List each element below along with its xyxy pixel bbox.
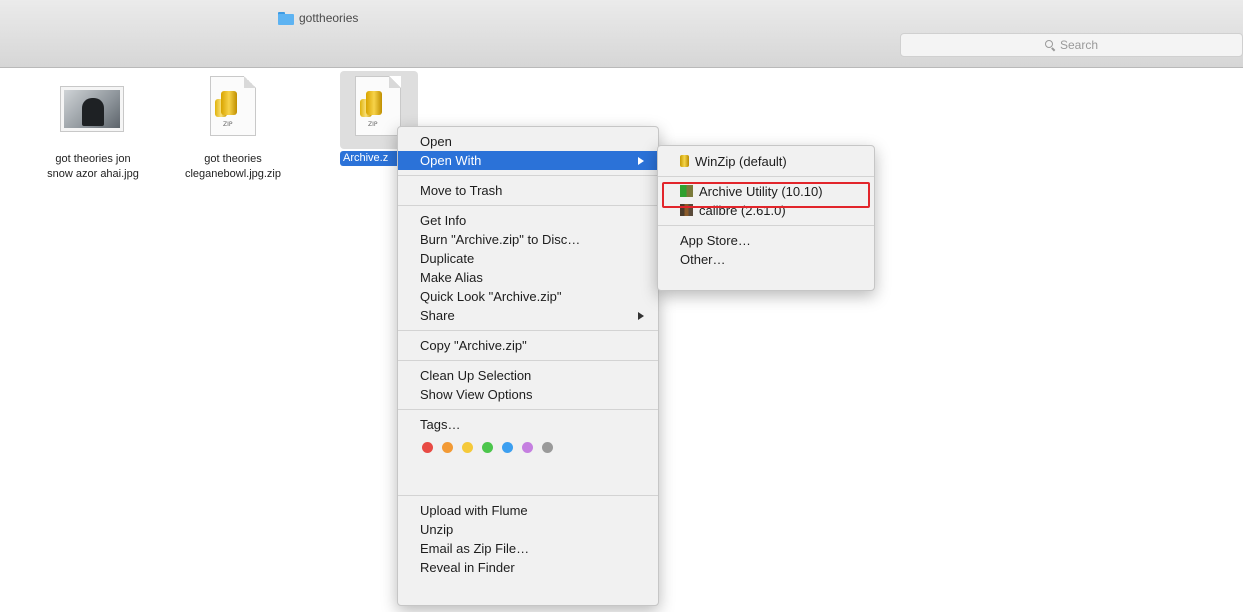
selected-file-label[interactable]: Archive.z <box>340 151 400 166</box>
tag-blue-icon[interactable] <box>502 441 513 453</box>
file-item-jpg[interactable]: got theories jon snow azor ahai.jpg <box>38 152 148 182</box>
menu-item-reveal-in-finder[interactable]: Reveal in Finder <box>398 558 658 577</box>
submenu-arrow-icon <box>638 312 644 320</box>
menu-item-burn[interactable]: Burn "Archive.zip" to Disc… <box>398 230 658 249</box>
menu-item-unzip[interactable]: Unzip <box>398 520 658 539</box>
menu-item-copy[interactable]: Copy "Archive.zip" <box>398 336 658 355</box>
tag-yellow-icon[interactable] <box>462 441 473 453</box>
window-title-text: gottheories <box>299 11 359 25</box>
tag-purple-icon[interactable] <box>522 441 533 453</box>
context-menu: Open Open With Move to Trash Get Info Bu… <box>397 126 659 606</box>
submenu-item-calibre[interactable]: calibre (2.61.0) <box>658 201 874 220</box>
menu-separator <box>398 360 658 361</box>
menu-item-label: WinZip (default) <box>695 154 787 169</box>
menu-separator <box>658 225 874 226</box>
folder-icon <box>278 11 294 25</box>
menu-item-open[interactable]: Open <box>398 132 658 151</box>
menu-separator <box>398 175 658 176</box>
menu-item-tags[interactable]: Tags… <box>398 415 658 434</box>
submenu-item-app-store[interactable]: App Store… <box>658 231 874 250</box>
menu-item-share[interactable]: Share <box>398 306 658 325</box>
zip-file-icon[interactable]: ZIP <box>355 76 401 136</box>
submenu-item-archive-utility[interactable]: Archive Utility (10.10) <box>658 182 874 201</box>
finder-toolbar: gottheories Search <box>0 0 1243 68</box>
tag-colors-row <box>398 434 658 460</box>
file-label: got theories cleganebowl.jpg.zip <box>184 153 281 180</box>
menu-item-show-view-options[interactable]: Show View Options <box>398 385 658 404</box>
menu-item-email-zip[interactable]: Email as Zip File… <box>398 539 658 558</box>
menu-item-label: calibre (2.61.0) <box>699 203 786 218</box>
submenu-item-other[interactable]: Other… <box>658 250 874 269</box>
calibre-icon <box>680 204 693 216</box>
menu-item-make-alias[interactable]: Make Alias <box>398 268 658 287</box>
menu-separator <box>658 176 874 177</box>
file-label: got theories jon snow azor ahai.jpg <box>47 153 139 180</box>
menu-item-open-with[interactable]: Open With <box>398 151 658 170</box>
submenu-arrow-icon <box>638 157 644 165</box>
archive-utility-icon <box>680 185 693 197</box>
menu-item-duplicate[interactable]: Duplicate <box>398 249 658 268</box>
file-item-cleganebowl-zip[interactable]: got theories cleganebowl.jpg.zip <box>168 152 298 182</box>
tag-gray-icon[interactable] <box>542 441 553 453</box>
open-with-submenu: WinZip (default) Archive Utility (10.10)… <box>657 145 875 291</box>
tag-green-icon[interactable] <box>482 441 493 453</box>
zip-file-icon[interactable]: ZIP <box>210 76 256 136</box>
menu-item-label: Share <box>420 308 455 323</box>
menu-separator <box>398 409 658 410</box>
menu-item-label: Archive Utility (10.10) <box>699 184 823 199</box>
window-title: gottheories <box>278 10 358 26</box>
menu-item-label: Open With <box>420 153 482 168</box>
menu-item-get-info[interactable]: Get Info <box>398 211 658 230</box>
menu-item-quick-look[interactable]: Quick Look "Archive.zip" <box>398 287 658 306</box>
menu-spacer <box>398 460 658 490</box>
submenu-item-winzip[interactable]: WinZip (default) <box>658 152 874 171</box>
menu-separator <box>398 330 658 331</box>
tag-red-icon[interactable] <box>422 441 433 453</box>
menu-item-move-to-trash[interactable]: Move to Trash <box>398 181 658 200</box>
image-thumbnail[interactable] <box>61 87 123 131</box>
menu-separator <box>398 205 658 206</box>
search-input[interactable]: Search <box>900 33 1243 57</box>
search-icon <box>1044 39 1056 51</box>
tag-orange-icon[interactable] <box>442 441 453 453</box>
winzip-icon <box>680 155 689 167</box>
menu-separator <box>398 495 658 496</box>
menu-item-upload-flume[interactable]: Upload with Flume <box>398 501 658 520</box>
search-placeholder: Search <box>1059 38 1099 52</box>
menu-item-clean-up[interactable]: Clean Up Selection <box>398 366 658 385</box>
